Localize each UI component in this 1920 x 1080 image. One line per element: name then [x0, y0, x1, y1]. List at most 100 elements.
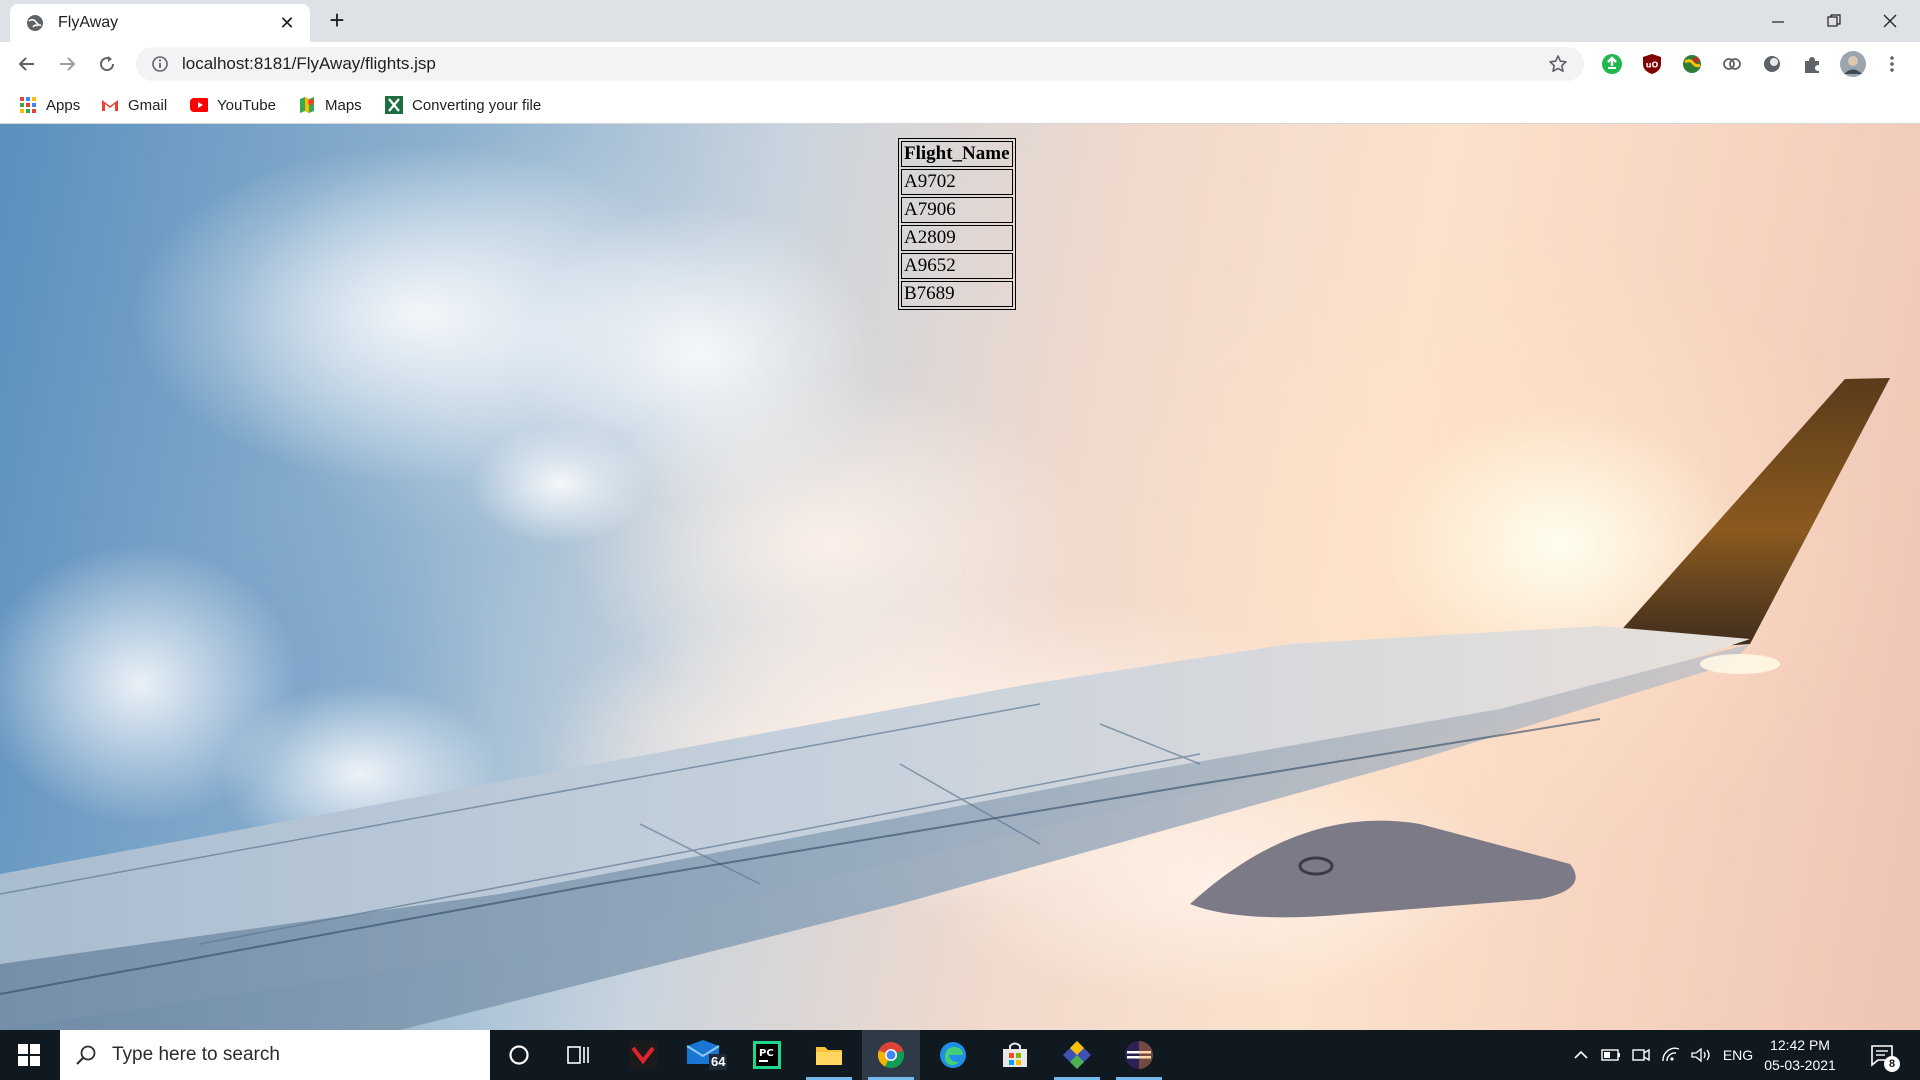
tab-title: FlyAway: [58, 14, 119, 31]
cortana-circle-icon: [509, 1045, 529, 1065]
diamond-app-icon: [1063, 1041, 1091, 1069]
flights-table: Flight_Name A9702 A7906 A2809 A9652 B768…: [898, 138, 1016, 310]
browser-toolbar: localhost:8181/FlyAway/flights.jsp uO: [0, 42, 1920, 86]
volume-icon[interactable]: [1688, 1030, 1714, 1080]
forward-button[interactable]: [53, 50, 81, 78]
wifi-icon[interactable]: [1658, 1030, 1684, 1080]
globe-icon: [24, 12, 46, 34]
table-header-row: Flight_Name: [901, 141, 1013, 167]
taskbar-search-box[interactable]: Type here to search: [60, 1030, 490, 1080]
start-button[interactable]: [0, 1030, 58, 1080]
bookmark-label: Gmail: [128, 96, 168, 114]
converter-icon: [385, 96, 403, 114]
extension-green-icon[interactable]: [1600, 52, 1624, 76]
windows-logo-icon: [18, 1044, 40, 1066]
menu-kebab-icon[interactable]: [1880, 52, 1904, 76]
bookmark-label: Apps: [46, 96, 81, 114]
close-icon: [1883, 14, 1897, 28]
gmail-icon: [101, 96, 119, 114]
svg-text:PC: PC: [759, 1048, 774, 1059]
taskbar-store[interactable]: [986, 1030, 1044, 1080]
windows-taskbar: Type here to search 64 PC ENG 12:42 PM 0…: [0, 1030, 1920, 1080]
task-view-button[interactable]: [550, 1030, 608, 1080]
svg-text:uO: uO: [1646, 61, 1659, 70]
cortana-button[interactable]: [490, 1030, 548, 1080]
page-content: Flight_Name A9702 A7906 A2809 A9652 B768…: [0, 124, 1920, 1030]
minimize-button[interactable]: [1758, 8, 1798, 34]
url-text[interactable]: localhost:8181/FlyAway/flights.jsp: [182, 54, 1546, 74]
circle-extension-icon[interactable]: [1760, 52, 1784, 76]
flight-name-cell: A9702: [901, 169, 1013, 195]
clock-time: 12:42 PM: [1770, 1037, 1830, 1053]
show-hidden-icons-button[interactable]: [1568, 1030, 1594, 1080]
bookmark-converting-file[interactable]: Converting your file: [385, 94, 541, 116]
bookmark-maps[interactable]: Maps: [298, 94, 362, 116]
red-app-icon: [629, 1041, 657, 1069]
column-header-flight-name: Flight_Name: [901, 141, 1013, 167]
taskbar-app-red[interactable]: [614, 1030, 672, 1080]
bookmark-gmail[interactable]: Gmail: [101, 94, 167, 116]
arrow-left-icon: [18, 57, 34, 71]
taskbar-app-diamond[interactable]: [1048, 1030, 1106, 1080]
taskbar-chrome[interactable]: [862, 1030, 920, 1080]
taskbar-clock[interactable]: 12:42 PM 05-03-2021: [1752, 1035, 1848, 1075]
clock-date: 05-03-2021: [1764, 1057, 1836, 1073]
flight-name-cell: A9652: [901, 253, 1013, 279]
search-placeholder: Type here to search: [112, 1044, 280, 1065]
notification-count-badge: 8: [1884, 1056, 1900, 1072]
bookmark-star-icon[interactable]: [1546, 52, 1570, 76]
search-icon: [74, 1043, 98, 1067]
taskbar-eclipse[interactable]: [1110, 1030, 1168, 1080]
restore-button[interactable]: [1814, 8, 1854, 34]
close-window-button[interactable]: [1870, 8, 1910, 34]
bookmarks-bar: Apps Gmail YouTube Maps Converting your …: [0, 86, 1920, 124]
taskbar-pycharm[interactable]: PC: [738, 1030, 796, 1080]
edge-icon: [940, 1042, 966, 1068]
pycharm-icon: PC: [753, 1041, 781, 1069]
bookmark-apps[interactable]: Apps: [19, 94, 80, 116]
flight-name-cell: A2809: [901, 225, 1013, 251]
chevron-up-icon: [1574, 1050, 1588, 1059]
notifications-button[interactable]: 8: [1862, 1030, 1902, 1080]
reload-icon: [100, 56, 115, 72]
mail-badge: 64: [709, 1054, 728, 1070]
maps-icon: [298, 96, 316, 114]
task-view-icon: [567, 1046, 589, 1064]
profile-avatar[interactable]: [1838, 49, 1868, 79]
flight-name-cell: A7906: [901, 197, 1013, 223]
bookmark-label: Maps: [325, 96, 362, 114]
bookmark-youtube[interactable]: YouTube: [190, 94, 276, 116]
apps-grid-icon: [19, 96, 37, 114]
taskbar-mail[interactable]: 64: [676, 1030, 734, 1080]
table-row: A9702: [901, 169, 1013, 195]
meet-now-icon[interactable]: [1628, 1030, 1654, 1080]
tab-strip: FlyAway ✕ +: [0, 0, 1920, 42]
table-row: A2809: [901, 225, 1013, 251]
flight-name-cell: B7689: [901, 281, 1013, 307]
taskbar-file-explorer[interactable]: [800, 1030, 858, 1080]
minimize-icon: [1772, 21, 1784, 23]
eclipse-icon: [1125, 1041, 1153, 1069]
address-bar[interactable]: localhost:8181/FlyAway/flights.jsp: [136, 47, 1584, 81]
bookmark-label: Converting your file: [412, 96, 542, 114]
link-extension-icon[interactable]: [1720, 52, 1744, 76]
battery-icon[interactable]: [1598, 1030, 1624, 1080]
puzzle-extensions-icon[interactable]: [1800, 52, 1824, 76]
bookmark-label: YouTube: [217, 96, 276, 114]
reload-button[interactable]: [93, 50, 121, 78]
new-tab-button[interactable]: +: [324, 7, 350, 34]
table-row: A7906: [901, 197, 1013, 223]
close-tab-icon[interactable]: ✕: [276, 13, 298, 34]
info-icon[interactable]: [150, 54, 170, 74]
restore-icon: [1827, 14, 1841, 27]
table-row: A9652: [901, 253, 1013, 279]
ublock-shield-icon[interactable]: uO: [1640, 52, 1664, 76]
tab-flyaway[interactable]: FlyAway ✕: [10, 4, 310, 42]
taskbar-edge[interactable]: [924, 1030, 982, 1080]
folder-icon: [816, 1047, 842, 1065]
chrome-icon: [877, 1042, 905, 1069]
table-row: B7689: [901, 281, 1013, 307]
store-bag-icon: [1003, 1042, 1027, 1067]
back-button[interactable]: [13, 50, 41, 78]
globe-extension-icon[interactable]: [1680, 52, 1704, 76]
